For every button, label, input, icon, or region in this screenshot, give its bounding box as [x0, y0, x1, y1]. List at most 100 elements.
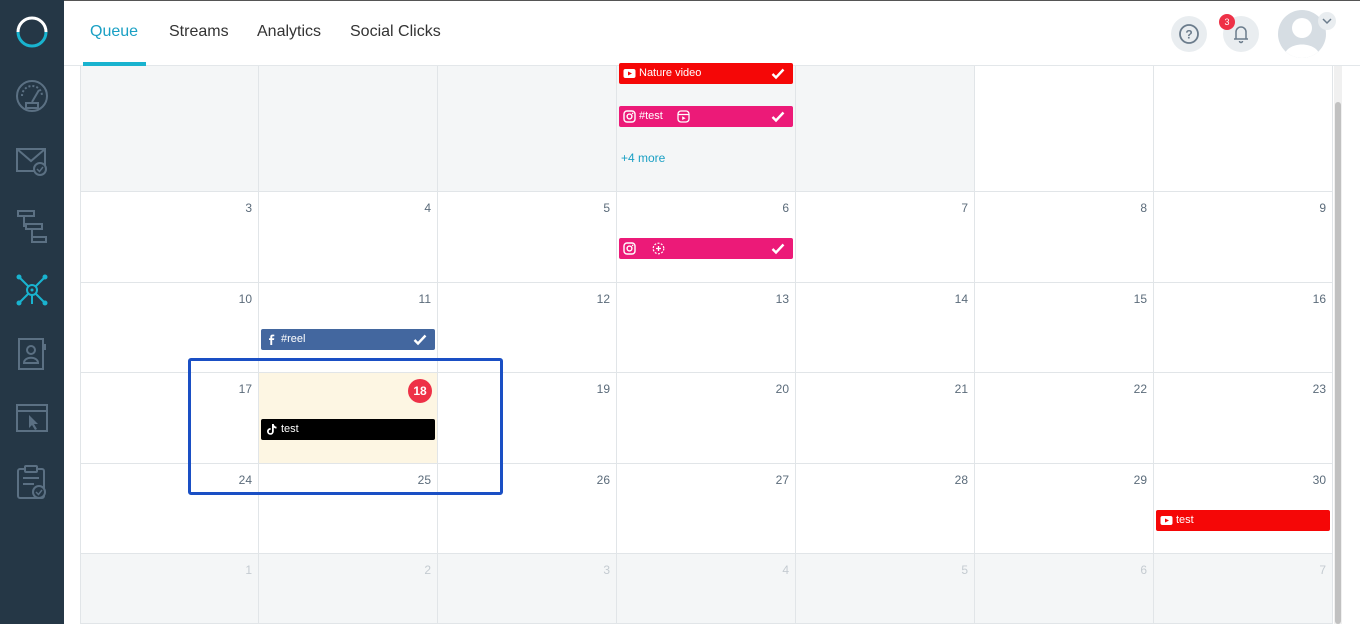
day-number: 17 [238, 382, 252, 396]
help-button[interactable]: ? [1171, 16, 1207, 52]
calendar-day-cell[interactable]: 25 [259, 464, 438, 554]
calendar-day-cell[interactable]: 5 [438, 192, 617, 283]
calendar-day-cell[interactable]: 1 [80, 554, 259, 624]
help-icon: ? [1179, 24, 1199, 44]
more-posts-link[interactable]: +4 more [621, 151, 665, 165]
youtube-icon [1160, 516, 1173, 525]
calendar-day-cell[interactable]: 19 [438, 373, 617, 464]
notification-count-badge: 3 [1219, 14, 1235, 30]
calendar-day-cell[interactable]: 17 [80, 373, 259, 464]
day-number: 9 [1319, 201, 1326, 215]
calendar-day-cell[interactable]: 6 [975, 554, 1154, 624]
calendar-day-cell[interactable]: 10 [80, 283, 259, 373]
calendar-day-cell[interactable]: 6 [617, 192, 796, 283]
day-number: 14 [954, 292, 968, 306]
calendar-day-cell[interactable]: 7 [1154, 554, 1333, 624]
facebook-post-card[interactable]: #reel [261, 329, 435, 350]
calendar-day-cell[interactable] [80, 66, 259, 192]
calendar-day-cell[interactable]: 22 [975, 373, 1154, 464]
calendar-day-cell[interactable]: 2 [259, 554, 438, 624]
tab-social-clicks[interactable]: Social Clicks [350, 23, 441, 41]
post-title: test [281, 423, 299, 435]
mail-icon[interactable] [14, 142, 50, 178]
check-icon [771, 243, 785, 255]
calendar-day-cell[interactable]: 20 [617, 373, 796, 464]
calendar-day-cell[interactable]: 27 [617, 464, 796, 554]
instagram-post-card[interactable]: #test [619, 106, 793, 127]
calendar-day-cell[interactable]: 5 [796, 554, 975, 624]
tab-queue[interactable]: Queue [90, 23, 138, 41]
day-number: 20 [775, 382, 789, 396]
day-number: 29 [1133, 473, 1147, 487]
calendar-day-cell[interactable]: 12 [438, 283, 617, 373]
day-number: 5 [961, 563, 968, 577]
day-number: 21 [954, 382, 968, 396]
day-number: 2 [424, 563, 431, 577]
day-number: 27 [775, 473, 789, 487]
calendar-day-cell[interactable]: 26 [438, 464, 617, 554]
post-title: #reel [281, 333, 306, 345]
tiktok-post-card[interactable]: test [261, 419, 435, 440]
calendar-day-cell[interactable]: Nature video #test +4 more [617, 63, 796, 192]
day-number: 11 [418, 292, 431, 306]
day-number: 19 [596, 382, 610, 396]
day-number: 12 [596, 292, 610, 306]
tab-streams[interactable]: Streams [169, 23, 229, 41]
contacts-icon[interactable] [14, 336, 50, 372]
day-number: 30 [1312, 473, 1326, 487]
calendar-day-cell[interactable]: 7 [796, 192, 975, 283]
calendar-day-cell[interactable] [975, 66, 1154, 192]
calendar-day-cell[interactable] [259, 66, 438, 192]
day-number: 4 [424, 201, 431, 215]
day-number: 4 [782, 563, 789, 577]
day-number: 22 [1133, 382, 1147, 396]
calendar-day-cell[interactable]: 14 [796, 283, 975, 373]
calendar-day-cell[interactable]: 9 [1154, 192, 1333, 283]
post-title: test [1176, 514, 1194, 526]
social-network-icon[interactable] [14, 272, 50, 308]
youtube-post-card[interactable]: Nature video [619, 63, 793, 84]
calendar-day-cell[interactable]: 11 #reel [259, 283, 438, 373]
calendar-day-cell[interactable]: 18 test [259, 373, 438, 464]
calendar-day-cell[interactable]: 4 [259, 192, 438, 283]
logo[interactable] [14, 14, 50, 50]
calendar-day-cell[interactable]: 8 [975, 192, 1154, 283]
day-number: 24 [238, 473, 252, 487]
calendar-day-cell[interactable]: 24 [80, 464, 259, 554]
day-number: 15 [1133, 292, 1147, 306]
check-icon [771, 111, 785, 123]
post-title: Nature video [639, 67, 702, 79]
calendar-day-cell[interactable]: 30 test [1154, 464, 1333, 554]
instagram-post-card[interactable] [619, 238, 793, 259]
day-number: 7 [961, 201, 968, 215]
calendar-day-cell[interactable]: 28 [796, 464, 975, 554]
calendar-month-grid: Nature video #test +4 more 3 4 5 6 7 8 9 10 11 #reel… [80, 63, 1334, 624]
tab-analytics[interactable]: Analytics [257, 23, 321, 41]
workflow-icon[interactable] [14, 208, 50, 244]
check-icon [771, 68, 785, 80]
day-number: 3 [245, 201, 252, 215]
calendar-day-cell[interactable]: 21 [796, 373, 975, 464]
landing-page-icon[interactable] [14, 400, 50, 436]
calendar-day-cell[interactable] [438, 66, 617, 192]
account-menu-toggle[interactable] [1318, 12, 1336, 30]
calendar-day-cell[interactable] [796, 66, 975, 192]
calendar-day-cell[interactable]: 29 [975, 464, 1154, 554]
scrollbar[interactable] [1334, 66, 1342, 624]
speedometer-icon[interactable] [14, 78, 50, 114]
sidebar [0, 0, 64, 624]
calendar-day-cell[interactable]: 16 [1154, 283, 1333, 373]
scrollbar-thumb[interactable] [1335, 102, 1341, 624]
calendar-day-cell[interactable]: 15 [975, 283, 1154, 373]
check-icon [413, 334, 427, 346]
youtube-post-card[interactable]: test [1156, 510, 1330, 531]
day-number: 1 [245, 563, 252, 577]
facebook-icon [269, 334, 275, 345]
calendar-day-cell[interactable]: 23 [1154, 373, 1333, 464]
calendar-day-cell[interactable]: 13 [617, 283, 796, 373]
calendar-day-cell[interactable]: 4 [617, 554, 796, 624]
calendar-day-cell[interactable]: 3 [438, 554, 617, 624]
tasks-icon[interactable] [14, 464, 50, 500]
calendar-day-cell[interactable] [1154, 66, 1333, 192]
calendar-day-cell[interactable]: 3 [80, 192, 259, 283]
